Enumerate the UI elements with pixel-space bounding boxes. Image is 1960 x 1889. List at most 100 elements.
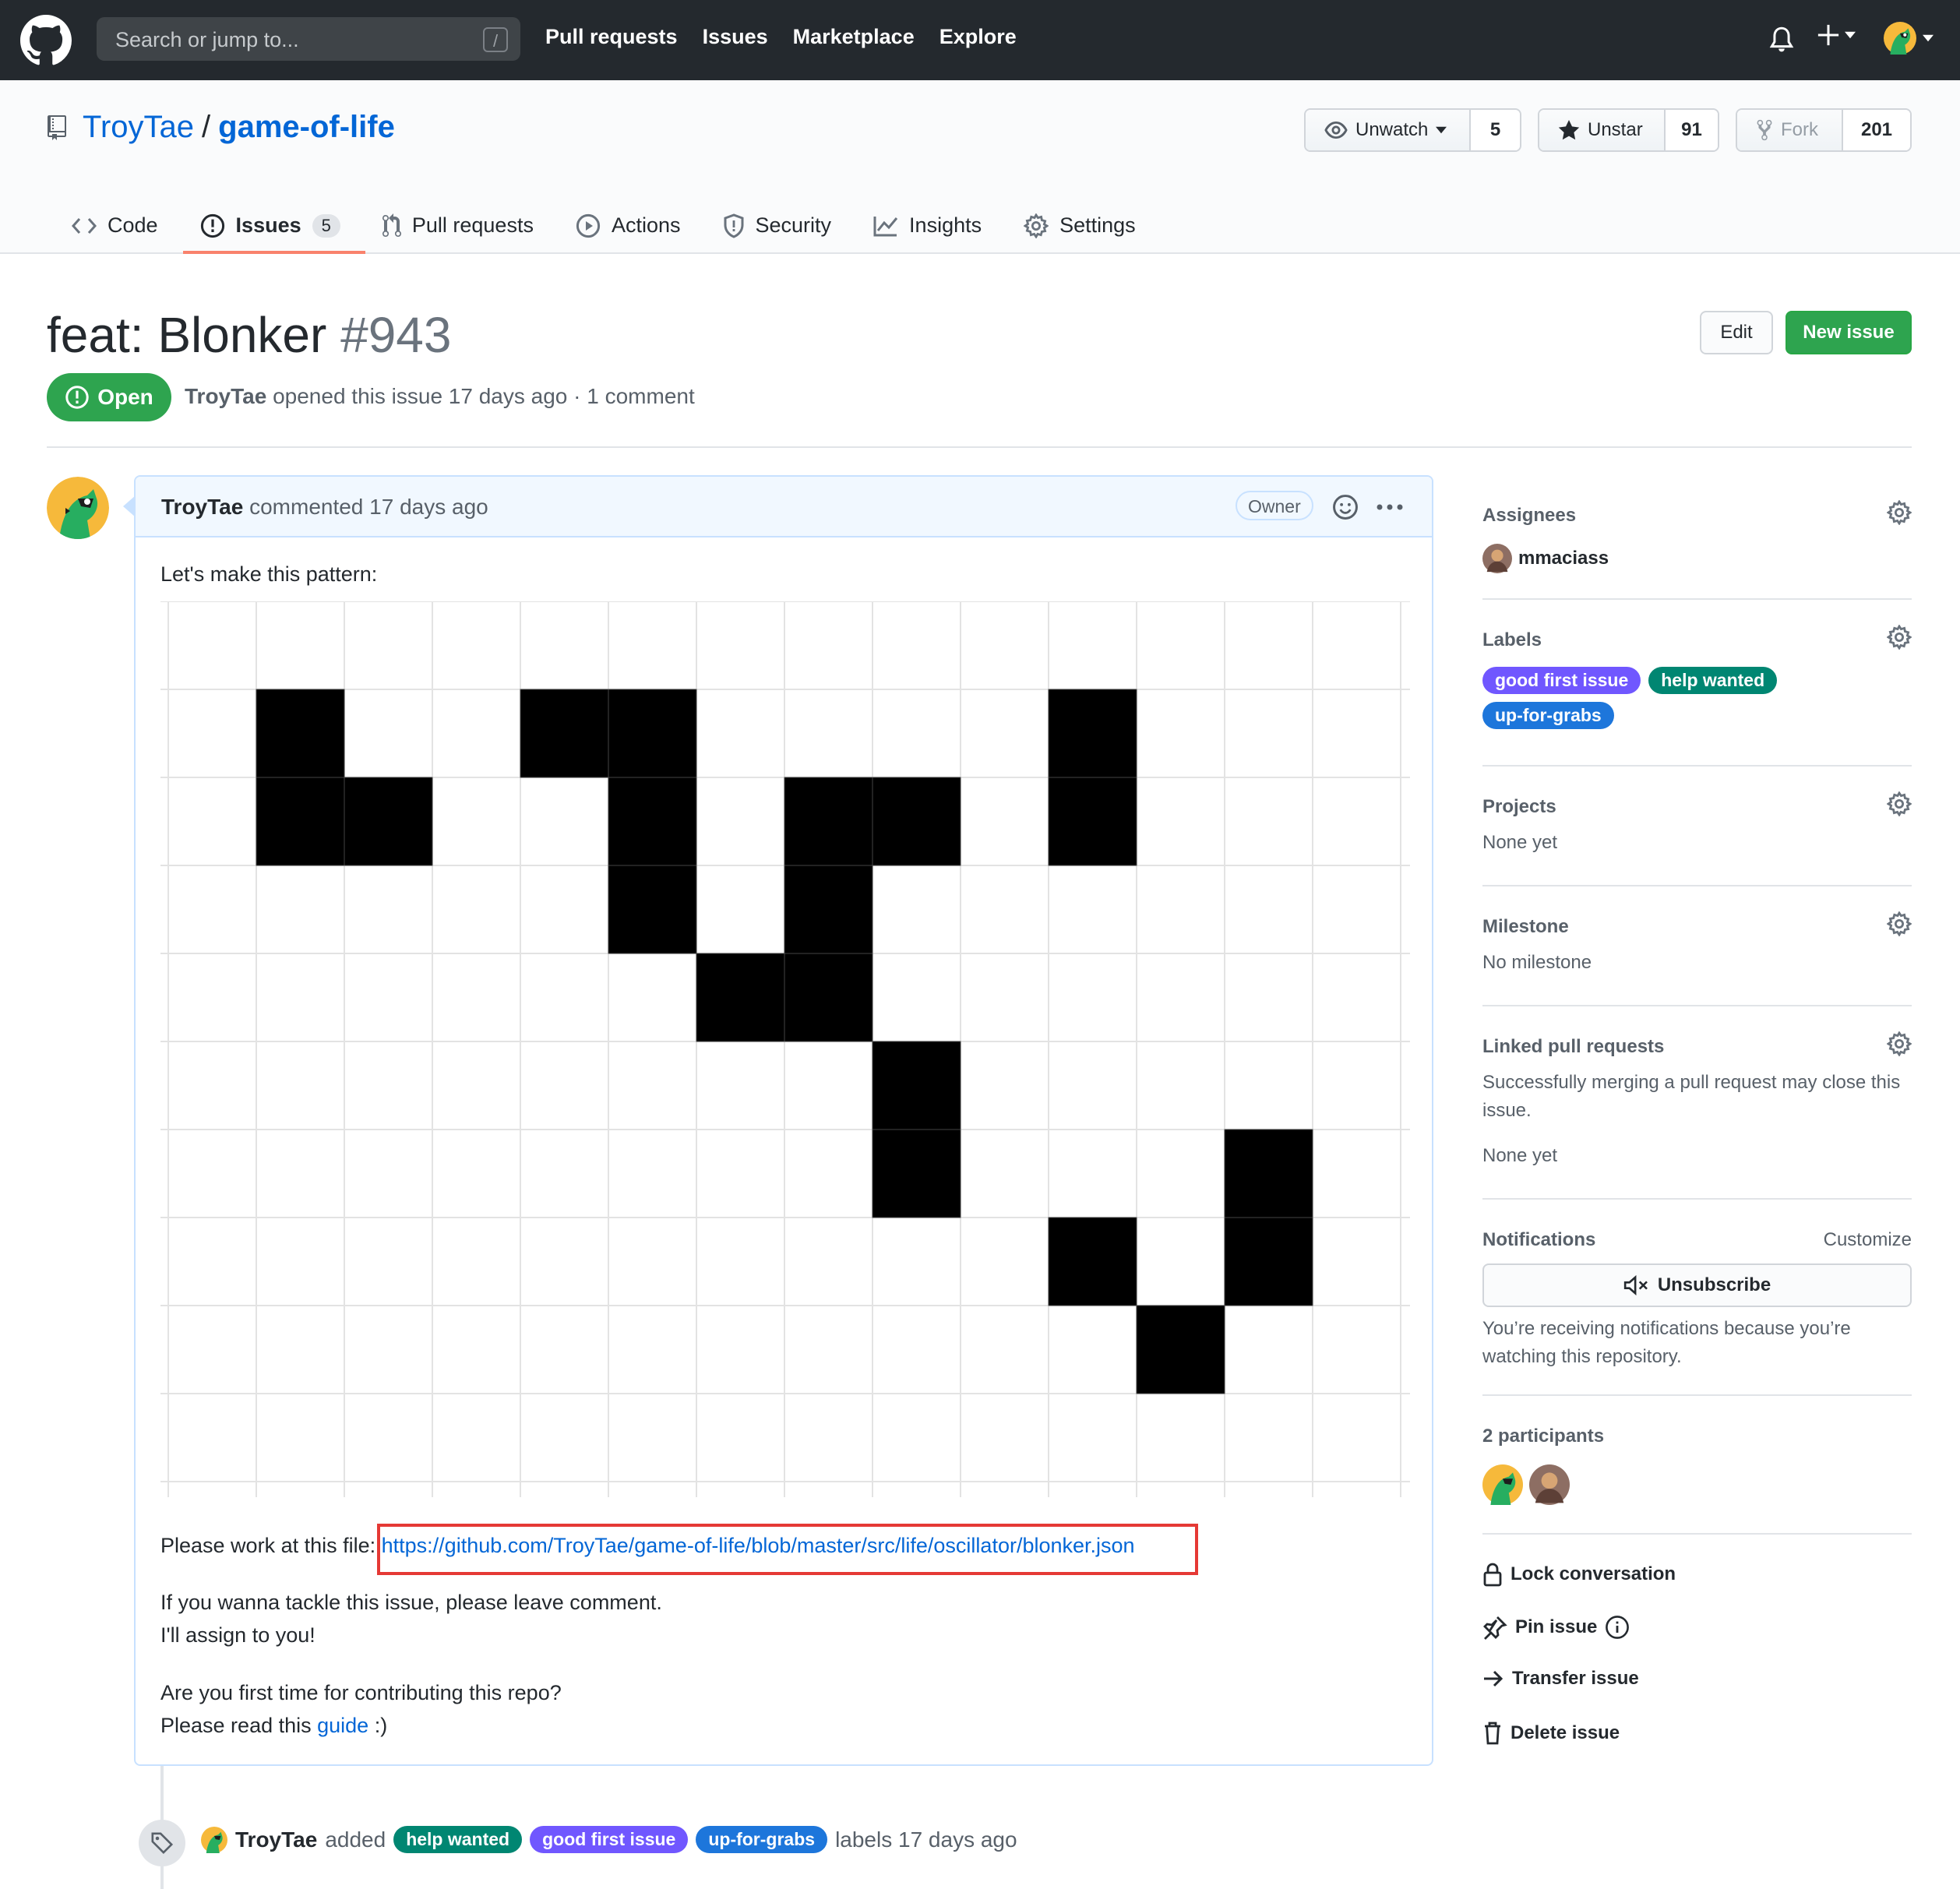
global-header: / Pull requests Issues Marketplace Explo… [0,0,1960,80]
tab-code[interactable]: Code [55,197,183,254]
live-cell [520,689,609,778]
star-group: Unstar 91 [1538,108,1719,152]
forks-count[interactable]: 201 [1843,110,1910,150]
comment-intro: Let's make this pattern: [160,562,378,586]
notifications-note-line2: watching this repository. [1482,1346,1682,1367]
guide-link[interactable]: guide [317,1714,368,1737]
unstar-label: Unstar [1588,119,1643,140]
watchers-count[interactable]: 5 [1471,110,1520,150]
label-good-first-issue[interactable]: good first issue [1482,667,1641,694]
repository-header: TroyTae / game-of-life Unwatch 5 Unstar … [0,80,1960,254]
shield-icon [724,213,743,238]
tab-insights[interactable]: Insights [856,197,1006,254]
kebab-horizontal-icon[interactable] [1376,503,1404,511]
issue-opened-text: opened this issue 17 days ago · 1 commen… [273,384,695,408]
repo-owner-link[interactable]: TroyTae [83,110,194,145]
milestone-value: No milestone [1482,952,1592,973]
nav-pull-requests[interactable]: Pull requests [545,25,678,49]
gear-icon[interactable] [1887,500,1912,525]
label-help-wanted[interactable]: help wanted [393,1826,523,1853]
notifications-note: You’re receiving notifications because y… [1482,1315,1851,1371]
linked-prs-heading: Linked pull requests [1482,1036,1665,1057]
issue-author-link[interactable]: TroyTae [185,384,266,408]
unsubscribe-button[interactable]: Unsubscribe [1482,1263,1912,1307]
nav-marketplace[interactable]: Marketplace [793,25,915,49]
guide-prefix: Please read this [160,1714,318,1737]
pattern-grid [160,601,1410,1497]
avatar[interactable] [47,477,109,539]
tab-issues-label: Issues [235,213,301,237]
issues-counter: 5 [312,213,340,238]
caret-down-icon [1845,31,1856,39]
repo-icon [47,115,67,140]
search-input[interactable] [114,17,460,62]
sidebar-divider [1482,598,1912,600]
first-time-line: Are you first time for contributing this… [160,1681,562,1704]
smiley-icon[interactable] [1332,494,1359,520]
issue-comment: TroyTae commented 17 days ago Owner Let'… [123,475,1433,1766]
tab-security[interactable]: Security [706,197,857,254]
create-new-dropdown[interactable] [1817,23,1856,47]
assignee[interactable]: mmaciass [1482,544,1609,573]
git-pull-request-icon [382,213,401,237]
unwatch-button[interactable]: Unwatch [1306,110,1471,150]
edit-title-button[interactable]: Edit [1700,311,1773,354]
stargazers-count[interactable]: 91 [1666,110,1718,150]
label-up-for-grabs[interactable]: up-for-grabs [1482,702,1614,729]
linked-prs-value: None yet [1482,1145,1558,1166]
live-cell [256,689,345,778]
user-menu[interactable] [1884,22,1934,55]
unstar-button[interactable]: Unstar [1539,110,1666,150]
nav-issues[interactable]: Issues [703,25,768,49]
bell-icon[interactable] [1768,26,1795,55]
fork-label: Fork [1781,119,1818,140]
live-cell [1136,1305,1225,1394]
tab-code-label: Code [108,213,158,237]
label-list: good first issue help wanted up-for-grab… [1482,667,1794,729]
search-shortcut-hint: / [483,27,508,52]
tab-actions[interactable]: Actions [559,197,706,254]
live-cell [608,865,697,954]
transfer-issue-button[interactable]: Transfer issue [1482,1668,1639,1690]
gear-icon[interactable] [1887,625,1912,650]
tab-pull-requests[interactable]: Pull requests [365,197,559,254]
notifications-note-line1: You’re receiving notifications because y… [1482,1318,1851,1339]
tab-settings[interactable]: Settings [1006,197,1161,254]
pin-issue-button[interactable]: Pin issue [1482,1615,1630,1640]
github-logo-icon[interactable] [20,15,72,66]
label-up-for-grabs[interactable]: up-for-grabs [696,1826,828,1853]
gear-icon[interactable] [1887,911,1912,936]
delete-issue-button[interactable]: Delete issue [1482,1721,1620,1746]
avatar[interactable] [1482,1464,1523,1505]
comment-author-link[interactable]: TroyTae [161,495,243,519]
avatar[interactable] [1529,1464,1570,1505]
linked-prs-note-line1: Successfully merging a pull request may … [1482,1072,1901,1093]
live-cell [784,953,873,1042]
lock-conversation-button[interactable]: Lock conversation [1482,1562,1676,1587]
sidebar-divider [1482,765,1912,767]
tag-icon [151,1832,174,1855]
repo-name-link[interactable]: game-of-life [218,110,395,145]
tab-issues[interactable]: Issues 5 [182,197,366,254]
projects-heading: Projects [1482,796,1556,817]
label-help-wanted[interactable]: help wanted [1648,667,1778,694]
tab-actions-label: Actions [611,213,681,237]
search-box[interactable]: / [97,17,520,62]
live-cell [344,777,433,866]
gear-icon[interactable] [1887,1031,1912,1056]
comment-header: TroyTae commented 17 days ago Owner [136,477,1432,537]
label-good-first-issue[interactable]: good first issue [530,1826,689,1853]
live-cell [1224,1129,1313,1218]
pin-icon [1483,1616,1507,1640]
repo-path-separator: / [202,110,211,144]
new-issue-button[interactable]: New issue [1786,311,1912,354]
fork-button[interactable]: Fork [1737,110,1843,150]
tackle-line: If you wanna tackle this issue, please l… [160,1591,662,1614]
gear-icon[interactable] [1887,791,1912,816]
event-author-link[interactable]: TroyTae [235,1827,317,1852]
assignee-name: mmaciass [1518,548,1609,569]
projects-value: None yet [1482,832,1558,853]
nav-explore[interactable]: Explore [939,25,1017,49]
customize-link[interactable]: Customize [1824,1229,1912,1251]
issue-title: feat: Blonker #943 [47,305,451,365]
